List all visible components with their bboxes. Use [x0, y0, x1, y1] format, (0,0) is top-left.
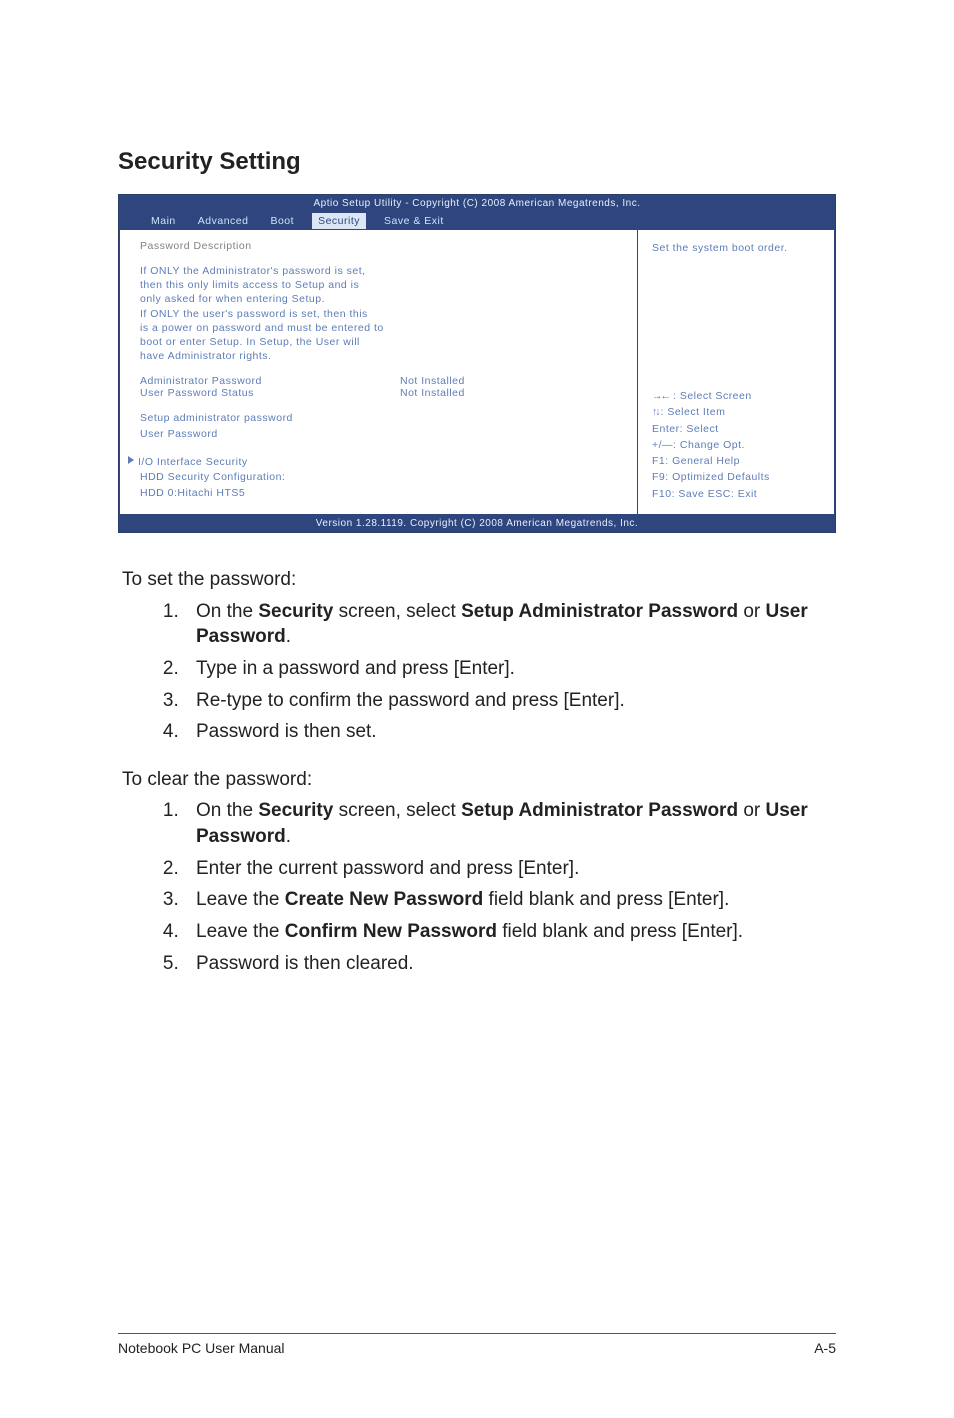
list-item: On the Security screen, select Setup Adm… [184, 599, 836, 650]
bios-hint: Set the system boot order. [652, 240, 824, 256]
list-item: Leave the Confirm New Password field bla… [184, 919, 836, 945]
bios-desc-line: If ONLY the Administrator's password is … [140, 264, 623, 278]
bios-screenshot: Aptio Setup Utility - Copyright (C) 2008… [118, 194, 836, 533]
bios-key-hint: F9: Optimized Defaults [652, 469, 824, 485]
updown-icon [652, 406, 661, 418]
bios-description: If ONLY the Administrator's password is … [140, 264, 623, 363]
bios-tab-main[interactable]: Main [147, 213, 180, 229]
arrows-icon [652, 390, 673, 402]
bios-key-hint: +/—: Change Opt. [652, 437, 824, 453]
bios-submenu-item: HDD Security Configuration: [140, 470, 623, 486]
bios-action-item[interactable]: User Password [140, 427, 623, 443]
bold-term: Security [258, 800, 333, 821]
bios-tab-boot[interactable]: Boot [266, 213, 298, 229]
bios-desc-line: only asked for when entering Setup. [140, 292, 623, 306]
document-body: To set the password: On the Security scr… [118, 567, 836, 976]
list-item: Password is then set. [184, 719, 836, 745]
bios-right-pane: Set the system boot order. : Select Scre… [637, 229, 835, 515]
bold-term: Setup Administrator Password [461, 601, 738, 622]
bios-desc-line: is a power on password and must be enter… [140, 321, 623, 335]
bios-desc-line: boot or enter Setup. In Setup, the User … [140, 335, 623, 349]
bold-term: Confirm New Password [285, 921, 497, 942]
bios-desc-line: then this only limits access to Setup an… [140, 278, 623, 292]
bios-key-hint: Enter: Select [652, 421, 824, 437]
bold-term: Create New Password [285, 889, 484, 910]
bios-footer: Version 1.28.1119. Copyright (C) 2008 Am… [119, 515, 835, 532]
bios-key: Administrator Password [140, 375, 400, 387]
bios-key-help: : Select Screen: Select ItemEnter: Selec… [652, 388, 824, 502]
set-password-steps: On the Security screen, select Setup Adm… [118, 599, 836, 745]
bios-desc-line: If ONLY the user's password is set, then… [140, 307, 623, 321]
list-item: On the Security screen, select Setup Adm… [184, 798, 836, 849]
bios-heading: Password Description [140, 240, 623, 252]
bios-status-row: User Password StatusNot Installed [140, 387, 623, 399]
bios-tab-save-exit[interactable]: Save & Exit [380, 213, 448, 229]
footer-left: Notebook PC User Manual [118, 1340, 285, 1356]
bios-value: Not Installed [400, 387, 465, 399]
bios-value: Not Installed [400, 375, 465, 387]
bios-submenu-item[interactable]: I/O Interface Security [140, 455, 623, 471]
page-footer: Notebook PC User Manual A-5 [118, 1333, 836, 1356]
bios-key-hint: : Select Screen [652, 388, 824, 404]
set-password-lead: To set the password: [122, 567, 836, 593]
bios-tabs: Main Advanced Boot Security Save & Exit [119, 211, 835, 229]
list-item: Type in a password and press [Enter]. [184, 656, 836, 682]
bios-tab-security[interactable]: Security [312, 213, 366, 229]
list-item: Password is then cleared. [184, 951, 836, 977]
bios-title: Aptio Setup Utility - Copyright (C) 2008… [119, 195, 835, 211]
clear-password-steps: On the Security screen, select Setup Adm… [118, 798, 836, 976]
bios-desc-line: have Administrator rights. [140, 349, 623, 363]
bios-submenu-item: HDD 0:Hitachi HTS5 [140, 486, 623, 502]
bios-key-hint: F10: Save ESC: Exit [652, 486, 824, 502]
bios-tab-advanced[interactable]: Advanced [194, 213, 253, 229]
list-item: Leave the Create New Password field blan… [184, 887, 836, 913]
bold-term: Security [258, 601, 333, 622]
bold-term: Setup Administrator Password [461, 800, 738, 821]
bios-left-pane: Password Description If ONLY the Adminis… [119, 229, 637, 515]
bios-key-hint: : Select Item [652, 404, 824, 420]
list-item: Enter the current password and press [En… [184, 856, 836, 882]
bios-key-hint: F1: General Help [652, 453, 824, 469]
clear-password-lead: To clear the password: [122, 767, 836, 793]
bios-key: User Password Status [140, 387, 400, 399]
bios-status-row: Administrator PasswordNot Installed [140, 375, 623, 387]
footer-right: A-5 [814, 1340, 836, 1356]
list-item: Re-type to confirm the password and pres… [184, 688, 836, 714]
bios-action-item[interactable]: Setup administrator password [140, 411, 623, 427]
section-title: Security Setting [118, 148, 836, 176]
